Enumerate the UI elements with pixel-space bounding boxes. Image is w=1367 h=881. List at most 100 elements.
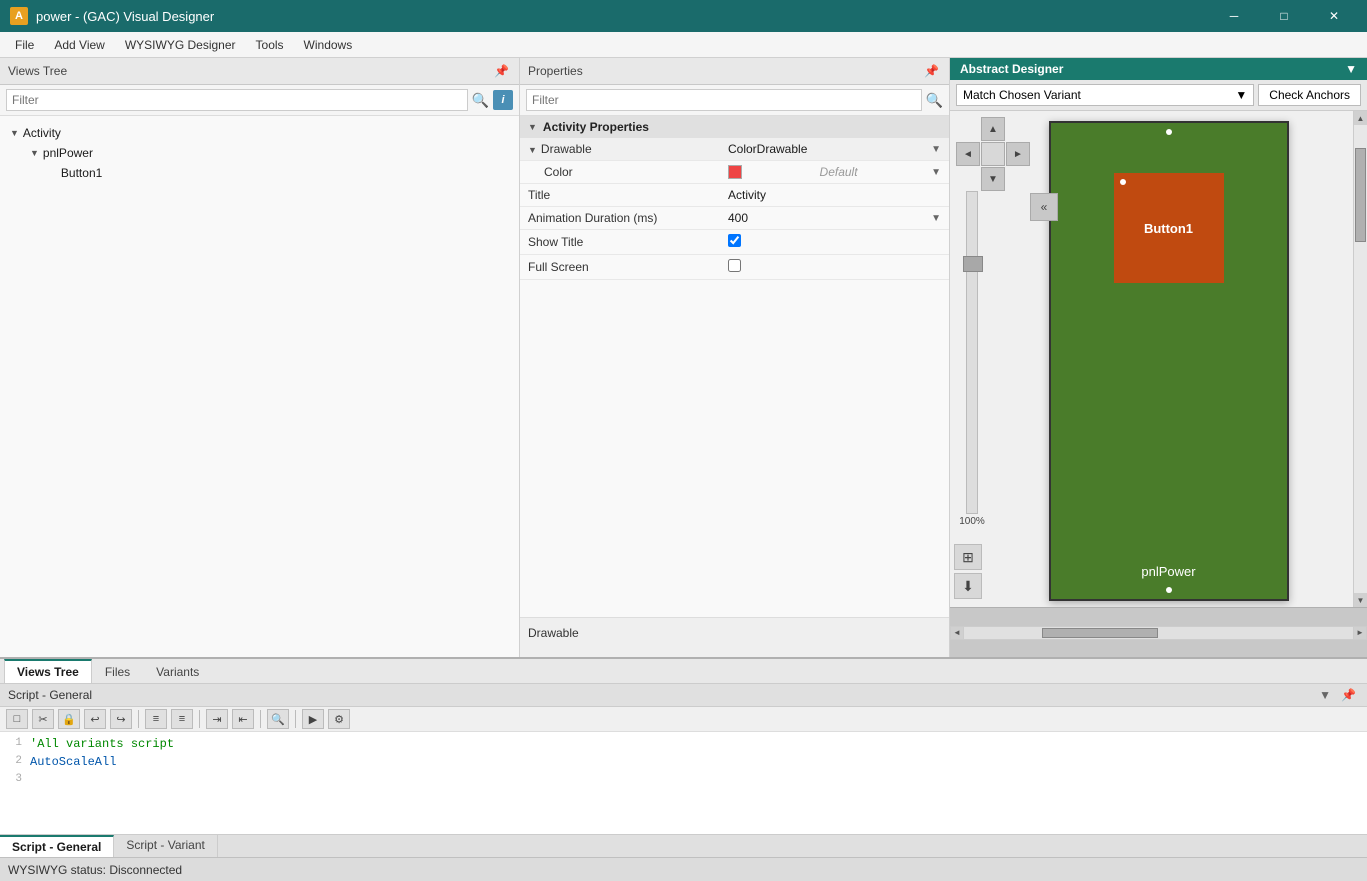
line-num-3: 3 [0,773,30,785]
script-cut-btn[interactable]: ✂ [32,709,54,729]
scroll-down-arrow[interactable]: ▼ [1354,593,1367,607]
activity-expand-arrow: ▼ [10,128,19,138]
full-screen-checkbox[interactable] [728,259,741,272]
scroll-right-arrow[interactable]: ► [1353,626,1367,640]
script-indent-btn[interactable]: ≡ [145,709,167,729]
device-dot-top [1166,129,1172,135]
activity-props-section[interactable]: ▼ Activity Properties [520,116,949,138]
code-line-2: 2 AutoScaleAll [0,754,1367,772]
prop-value-full-screen[interactable] [720,255,949,280]
maximize-button[interactable]: □ [1261,0,1307,32]
script-run-btn[interactable]: ▶ [302,709,324,729]
button1-widget[interactable]: Button1 [1114,173,1224,283]
script-tab-general[interactable]: Script - General [0,835,114,857]
minimize-button[interactable]: ─ [1211,0,1257,32]
info-icon[interactable]: i [493,90,513,110]
script-editor[interactable]: 1 'All variants script 2 AutoScaleAll 3 [0,732,1367,834]
button1-node-text: Button1 [61,166,102,180]
script-dropdown-btn[interactable]: ▼ [1316,687,1334,703]
close-button[interactable]: ✕ [1311,0,1357,32]
menu-file[interactable]: File [5,34,44,56]
nav-center-button[interactable] [981,142,1005,166]
nav-right-button[interactable]: ► [1006,142,1030,166]
prop-name-full-screen: Full Screen [520,255,720,280]
search-icon[interactable]: 🔍 [472,92,489,109]
zoom-actions: ⊞ ⬇ [954,544,982,599]
script-new-btn[interactable]: □ [6,709,28,729]
properties-filter-input[interactable] [526,89,922,111]
prop-value-show-title[interactable] [720,230,949,255]
prop-row-full-screen: Full Screen [520,255,949,280]
fit-screen-button[interactable]: ⊞ [954,544,982,570]
tab-views-tree[interactable]: Views Tree [4,659,92,683]
menu-tools[interactable]: Tools [246,34,294,56]
zoom-slider-thumb[interactable] [963,256,983,272]
script-separator-1 [138,710,139,728]
title-text: power - (GAC) Visual Designer [36,9,214,24]
prop-value-animation-duration[interactable]: 400 ▼ [720,207,949,230]
prop-value-color[interactable]: Default ▼ [720,161,949,184]
scrollbar-thumb[interactable] [1355,148,1366,242]
activity-node-label[interactable]: ▼ Activity [6,124,513,142]
activity-node-text: Activity [23,126,61,140]
script-panel-title: Script - General [8,688,92,702]
properties-controls: 📌 [922,62,941,80]
tab-variants[interactable]: Variants [143,660,212,683]
rewind-button[interactable]: « [1030,193,1058,221]
script-redo-btn[interactable]: ↪ [110,709,132,729]
menu-bar: File Add View WYSIWYG Designer Tools Win… [0,32,1367,58]
views-tree-filter-input[interactable] [6,89,468,111]
download-button[interactable]: ⬇ [954,573,982,599]
match-variant-select[interactable]: Match Chosen Variant ▼ [956,84,1254,106]
nav-up-button[interactable]: ▲ [981,117,1005,141]
zoom-slider-track[interactable] [966,191,978,514]
show-title-checkbox[interactable] [728,234,741,247]
top-area: Views Tree 📌 🔍 i ▼ Activity [0,58,1367,657]
properties-pin[interactable]: 📌 [922,62,941,80]
tab-files[interactable]: Files [92,660,143,683]
app-icon: A [10,7,28,25]
prop-value-drawable[interactable]: ColorDrawable ▼ [720,138,949,161]
script-debug-btn[interactable]: ⚙ [328,709,350,729]
script-lock-btn[interactable]: 🔒 [58,709,80,729]
prop-row-drawable: ▼Drawable ColorDrawable ▼ [520,138,949,161]
nav-left-button[interactable]: ◄ [956,142,980,166]
menu-wysiwyg-designer[interactable]: WYSIWYG Designer [115,34,246,56]
script-search-btn[interactable]: 🔍 [267,709,289,729]
match-variant-arrow: ▼ [1235,88,1247,102]
h-scrollbar-thumb[interactable] [1042,628,1159,638]
abstract-designer-panel: Abstract Designer ▼ Match Chosen Variant… [950,58,1367,657]
right-scrollbar: ▲ ▼ [1353,111,1367,607]
main-layout: Views Tree 📌 🔍 i ▼ Activity [0,58,1367,857]
views-tree-header: Views Tree 📌 [0,58,519,85]
device-frame[interactable]: Button1 pnlPower [1049,121,1289,601]
drawable-dropdown-arrow[interactable]: ▼ [931,144,941,155]
nav-empty-br [1006,167,1030,191]
properties-search-icon[interactable]: 🔍 [926,92,943,109]
script-tab-variant[interactable]: Script - Variant [114,835,217,857]
script-pin-btn[interactable]: 📌 [1338,687,1359,703]
pnlpower-node-label[interactable]: ▼ pnlPower [26,144,513,162]
nav-down-button[interactable]: ▼ [981,167,1005,191]
script-indent2-btn[interactable]: ⇥ [206,709,228,729]
check-anchors-button[interactable]: Check Anchors [1258,84,1361,106]
h-scrollbar-track[interactable] [964,626,1353,640]
status-bar: WYSIWYG status: Disconnected [0,857,1367,881]
scroll-up-arrow[interactable]: ▲ [1354,111,1367,125]
button1-node-label[interactable]: ▶ Button1 [46,164,513,182]
views-tree-pin[interactable]: 📌 [492,62,511,80]
section-title: Activity Properties [543,120,649,134]
line-num-2: 2 [0,755,30,767]
abstract-dropdown-btn[interactable]: ▼ [1345,62,1357,76]
script-undo-btn[interactable]: ↩ [84,709,106,729]
animation-dropdown-arrow[interactable]: ▼ [931,213,941,224]
script-outdent-btn[interactable]: ≡ [171,709,193,729]
menu-add-view[interactable]: Add View [44,34,114,56]
script-panel-header: Script - General ▼ 📌 [0,684,1367,707]
color-dropdown-arrow[interactable]: ▼ [931,167,941,178]
script-outdent2-btn[interactable]: ⇤ [232,709,254,729]
prop-name-show-title: Show Title [520,230,720,255]
pnlpower-label: pnlPower [1051,564,1287,579]
menu-windows[interactable]: Windows [294,34,363,56]
scroll-left-arrow[interactable]: ◄ [950,626,964,640]
